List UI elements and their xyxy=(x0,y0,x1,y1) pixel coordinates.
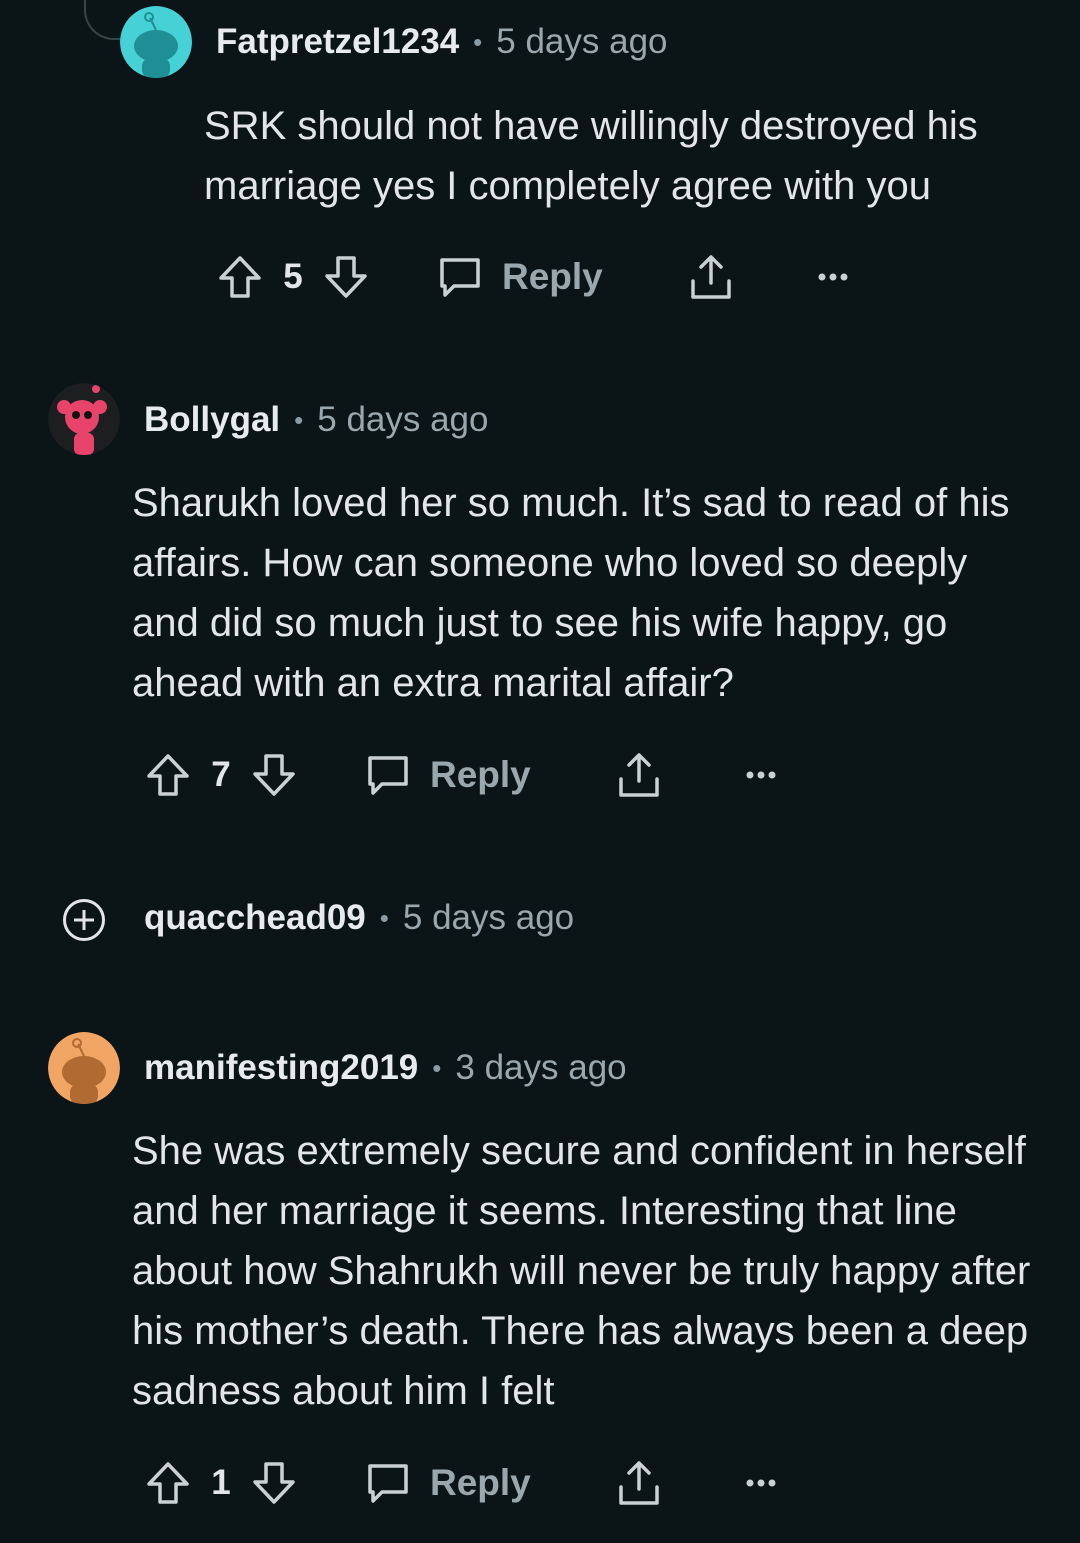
upvote-button[interactable] xyxy=(144,1459,192,1507)
reply-button[interactable]: Reply xyxy=(364,1459,531,1507)
more-options-button[interactable] xyxy=(813,257,853,297)
downvote-button[interactable] xyxy=(322,253,370,301)
share-button[interactable] xyxy=(615,751,663,799)
timestamp: 5 days ago xyxy=(496,22,668,61)
username[interactable]: Fatpretzel1234 xyxy=(216,22,459,62)
share-button[interactable] xyxy=(615,1459,663,1507)
comment-body: Sharukh loved her so much. It’s sad to r… xyxy=(132,481,1010,705)
comment-header: manifesting2019 • 3 days ago xyxy=(144,1032,627,1104)
comment-actions: 7 Reply xyxy=(144,745,781,805)
upvote-button[interactable] xyxy=(144,751,192,799)
snoo-avatar-pink-icon xyxy=(48,383,120,455)
downvote-arrow-icon xyxy=(325,256,367,298)
share-icon xyxy=(619,753,659,797)
thread-connector-line xyxy=(84,0,124,40)
separator-dot: • xyxy=(473,26,483,57)
share-button[interactable] xyxy=(687,253,735,301)
separator-dot: • xyxy=(294,404,304,435)
vote-count: 7 xyxy=(211,755,231,794)
reply-button[interactable]: Reply xyxy=(436,253,603,301)
comment-actions: 5 Reply xyxy=(216,247,853,307)
more-dots-icon xyxy=(746,771,776,779)
user-avatar[interactable] xyxy=(48,383,120,455)
upvote-arrow-icon xyxy=(219,256,261,298)
vote-count: 5 xyxy=(283,257,303,296)
timestamp: 3 days ago xyxy=(455,1048,627,1087)
timestamp: 5 days ago xyxy=(402,898,575,937)
vote-count: 1 xyxy=(211,1463,231,1502)
plus-circle-icon xyxy=(63,899,105,941)
user-avatar[interactable] xyxy=(120,6,192,78)
share-icon xyxy=(691,255,731,299)
username[interactable]: Bollygal xyxy=(144,400,280,440)
reply-button[interactable]: Reply xyxy=(364,751,531,799)
downvote-arrow-icon xyxy=(253,754,295,796)
upvote-arrow-icon xyxy=(147,1462,189,1504)
more-options-button[interactable] xyxy=(741,755,781,795)
comment-header: Bollygal • 5 days ago xyxy=(144,384,489,456)
upvote-button[interactable] xyxy=(216,253,264,301)
comment-bubble-icon xyxy=(368,1464,408,1503)
more-dots-icon xyxy=(746,1479,776,1487)
comment-bubble-icon xyxy=(440,258,480,297)
comment-header: Fatpretzel1234 • 5 days ago xyxy=(216,6,668,78)
downvote-button[interactable] xyxy=(250,1459,298,1507)
comment-body: She was extremely secure and confident i… xyxy=(132,1129,1031,1413)
upvote-arrow-icon xyxy=(147,754,189,796)
separator-dot: • xyxy=(379,902,389,933)
comment-bubble-icon xyxy=(368,756,408,795)
comment-actions: 1 Reply xyxy=(144,1453,781,1513)
comment-body: SRK should not have willingly destroyed … xyxy=(204,104,978,208)
timestamp: 5 days ago xyxy=(317,400,489,439)
more-options-button[interactable] xyxy=(741,1463,781,1503)
reply-label: Reply xyxy=(430,1462,531,1503)
share-icon xyxy=(619,1461,659,1505)
comment-header: quacchead09 • 5 days ago xyxy=(144,882,574,954)
username[interactable]: quacchead09 xyxy=(144,898,366,938)
snoo-avatar-teal-icon xyxy=(120,6,192,78)
reply-label: Reply xyxy=(502,256,603,297)
username[interactable]: manifesting2019 xyxy=(144,1048,418,1088)
downvote-button[interactable] xyxy=(250,751,298,799)
more-dots-icon xyxy=(818,273,848,281)
downvote-arrow-icon xyxy=(253,1462,295,1504)
reply-label: Reply xyxy=(430,754,531,795)
expand-thread-button[interactable] xyxy=(62,898,106,942)
separator-dot: • xyxy=(432,1052,442,1083)
user-avatar[interactable] xyxy=(48,1032,120,1104)
snoo-avatar-orange-icon xyxy=(48,1032,120,1104)
